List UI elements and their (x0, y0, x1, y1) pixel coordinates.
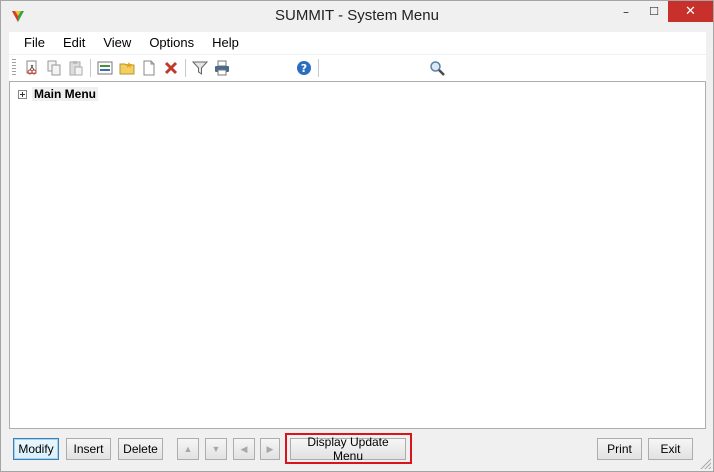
toolbar-separator (90, 59, 91, 77)
menu-file[interactable]: File (9, 32, 54, 54)
move-up-button[interactable]: ▲ (177, 438, 199, 460)
delete-icon[interactable] (162, 59, 180, 77)
filter-icon[interactable] (191, 59, 209, 77)
display-update-menu-button[interactable]: Display Update Menu (290, 435, 406, 463)
new-folder-icon[interactable] (118, 59, 136, 77)
move-down-button[interactable]: ▼ (205, 438, 227, 460)
maximize-button[interactable]: ☐ (641, 1, 667, 22)
menu-options[interactable]: Options (140, 32, 203, 54)
svg-text:?: ? (301, 62, 307, 75)
cut-icon[interactable] (23, 59, 41, 77)
print-icon[interactable] (213, 59, 231, 77)
print-button[interactable]: Print (597, 438, 642, 460)
expand-plus-icon[interactable] (18, 89, 27, 99)
move-left-button[interactable]: ◀ (233, 438, 255, 460)
search-icon[interactable] (428, 59, 446, 77)
system-menu-window: SUMMIT - System Menu – ☐ ✕ File Edit Vie… (0, 0, 714, 472)
title-bar[interactable]: SUMMIT - System Menu – ☐ ✕ (1, 1, 713, 31)
resize-grip-icon[interactable] (699, 457, 711, 469)
modify-button[interactable]: Modify (13, 438, 59, 460)
help-icon[interactable]: ? (295, 59, 313, 77)
move-right-button[interactable]: ▶ (260, 438, 280, 460)
insert-button[interactable]: Insert (66, 438, 111, 460)
minimize-button[interactable]: – (613, 1, 639, 22)
toolbar-separator (185, 59, 186, 77)
properties-icon[interactable] (96, 59, 114, 77)
delete-button[interactable]: Delete (118, 438, 163, 460)
menu-tree[interactable]: Main Menu (9, 81, 706, 429)
toolbar-grip[interactable] (12, 59, 16, 77)
menu-view[interactable]: View (94, 32, 140, 54)
menu-bar: File Edit View Options Help (9, 32, 706, 54)
menu-edit[interactable]: Edit (54, 32, 94, 54)
tree-node-main-menu[interactable]: Main Menu (18, 87, 98, 101)
window-title: SUMMIT - System Menu (275, 7, 439, 24)
new-document-icon[interactable] (140, 59, 158, 77)
exit-button[interactable]: Exit (648, 438, 693, 460)
search-input[interactable] (322, 58, 426, 78)
tree-node-label[interactable]: Main Menu (32, 87, 98, 101)
copy-icon[interactable] (45, 59, 63, 77)
menu-help[interactable]: Help (203, 32, 248, 54)
toolbar-separator (318, 59, 319, 77)
close-button[interactable]: ✕ (668, 1, 713, 22)
toolbar: ? (9, 55, 706, 81)
paste-icon[interactable] (67, 59, 85, 77)
